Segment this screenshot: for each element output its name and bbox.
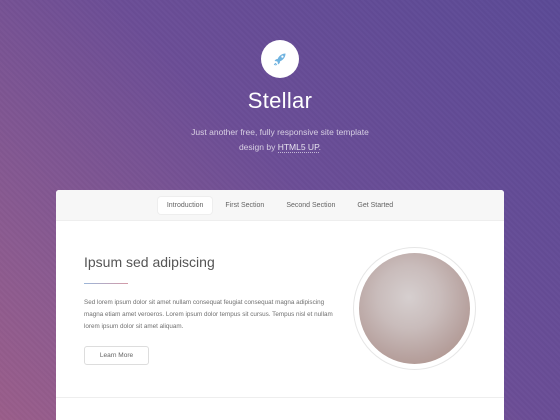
intro-image-frame [353, 247, 476, 370]
nav-item-first-section[interactable]: First Section [216, 197, 273, 214]
tagline-prefix: design by [238, 142, 278, 152]
section-divider [56, 397, 504, 398]
html5up-link[interactable]: HTML5 UP [277, 142, 319, 153]
intro-paragraph: Sed lorem ipsum dolor sit amet nullam co… [84, 299, 333, 330]
tagline-line-2: design by HTML5 UP. [0, 140, 560, 155]
tagline-suffix: . [318, 142, 322, 152]
site-header: Stellar Just another free, fully respons… [0, 0, 560, 190]
learn-more-button[interactable]: Learn More [84, 346, 149, 365]
tagline: Just another free, fully responsive site… [0, 125, 560, 155]
nav-item-second-section[interactable]: Second Section [277, 197, 344, 214]
main-card: Introduction First Section Second Sectio… [56, 190, 504, 420]
tagline-line-1: Just another free, fully responsive site… [191, 127, 369, 137]
logo[interactable] [261, 40, 299, 78]
site-title: Stellar [247, 88, 313, 113]
title-divider [84, 283, 128, 284]
nav-item-get-started[interactable]: Get Started [348, 197, 402, 214]
rocket-icon [273, 53, 286, 66]
intro-image [359, 253, 470, 364]
section-nav: Introduction First Section Second Sectio… [56, 190, 504, 221]
intro-title: Ipsum sed adipiscing [84, 254, 215, 270]
nav-item-introduction[interactable]: Introduction [157, 196, 213, 214]
